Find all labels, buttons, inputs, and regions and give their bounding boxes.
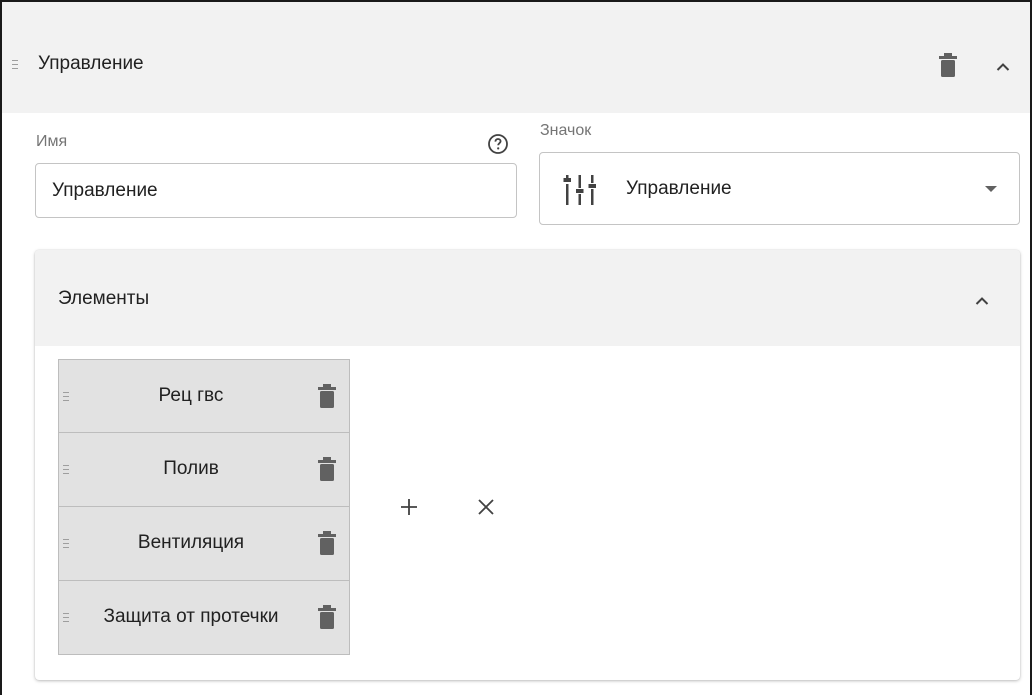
icon-label: Значок	[540, 122, 592, 139]
drag-handle-icon[interactable]	[63, 392, 69, 401]
list-item-label: Полив	[163, 458, 219, 479]
plus-icon	[401, 499, 417, 515]
drag-handle-icon[interactable]	[63, 465, 69, 474]
help-circle-icon	[488, 134, 508, 154]
close-icon	[478, 499, 494, 515]
delete-item-button[interactable]	[317, 605, 337, 629]
sliders-icon	[563, 175, 596, 205]
delete-section-button[interactable]	[937, 52, 959, 78]
trash-icon	[318, 457, 336, 481]
list-item[interactable]: Вентиляция	[58, 507, 350, 581]
elements-panel: Элементы Рец гвс Полив Вентиляция Защита…	[35, 250, 1020, 680]
icon-select[interactable]: Управление	[539, 152, 1020, 225]
icon-select-value: Управление	[626, 178, 732, 199]
list-item-label: Защита от протечки	[103, 606, 279, 627]
elements-list: Рец гвс Полив Вентиляция Защита от проте…	[58, 359, 350, 655]
delete-item-button[interactable]	[317, 384, 337, 408]
list-item[interactable]: Рец гвс	[58, 359, 350, 433]
collapse-elements-button[interactable]	[971, 290, 993, 310]
name-input[interactable]: Управление	[35, 163, 517, 218]
add-element-button[interactable]	[398, 496, 420, 518]
chevron-up-icon	[996, 62, 1010, 71]
drag-handle-icon[interactable]	[12, 60, 18, 69]
list-item-label: Рец гвс	[158, 385, 224, 406]
help-button[interactable]	[486, 132, 510, 156]
trash-icon	[939, 53, 957, 77]
section-title: Управление	[38, 53, 144, 74]
list-item[interactable]: Защита от протечки	[58, 581, 350, 655]
name-label: Имя	[36, 133, 68, 150]
drag-handle-icon[interactable]	[63, 613, 69, 622]
caret-down-icon[interactable]	[985, 186, 997, 192]
trash-icon	[318, 531, 336, 555]
delete-item-button[interactable]	[317, 531, 337, 555]
section-header[interactable]: Управление	[2, 2, 1030, 113]
chevron-up-icon	[975, 296, 989, 305]
drag-handle-icon[interactable]	[63, 539, 69, 548]
elements-header[interactable]: Элементы	[35, 250, 1020, 346]
collapse-section-button[interactable]	[992, 56, 1014, 76]
trash-icon	[318, 605, 336, 629]
delete-item-button[interactable]	[317, 457, 337, 481]
cancel-button[interactable]	[476, 497, 496, 517]
trash-icon	[318, 384, 336, 408]
list-item[interactable]: Полив	[58, 433, 350, 507]
elements-title: Элементы	[58, 288, 150, 309]
list-item-label: Вентиляция	[137, 532, 245, 553]
